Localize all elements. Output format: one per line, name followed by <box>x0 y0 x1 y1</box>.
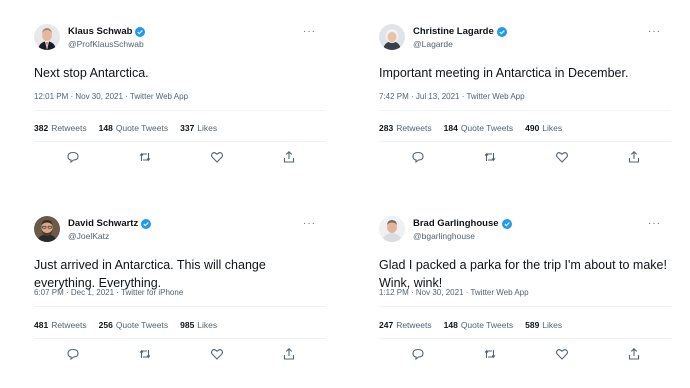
tweet-time[interactable]: 6:07 PM <box>34 288 64 297</box>
heart-icon[interactable] <box>210 347 224 361</box>
retweet-icon[interactable] <box>138 150 152 164</box>
share-icon[interactable] <box>627 347 641 361</box>
retweets-stat[interactable]: 481 Retweets <box>34 320 87 330</box>
heart-icon[interactable] <box>555 347 569 361</box>
divider <box>379 306 671 307</box>
user-handle[interactable]: @JoelKatz <box>68 231 109 241</box>
tweet-source[interactable]: Twitter Web App <box>466 92 524 101</box>
engagement-stats: 481 Retweets 256 Quote Tweets 985 Likes <box>34 320 217 330</box>
divider <box>379 110 671 111</box>
tweet-card[interactable]: Brad Garlinghouse @bgarlinghouse ··· Gla… <box>345 192 675 372</box>
user-handle[interactable]: @Lagarde <box>413 39 453 49</box>
quote-tweets-stat[interactable]: 148 Quote Tweets <box>444 320 513 330</box>
likes-stat[interactable]: 589 Likes <box>525 320 562 330</box>
retweet-icon[interactable] <box>483 150 497 164</box>
heart-icon[interactable] <box>555 150 569 164</box>
tweet-card[interactable]: Klaus Schwab @ProfKlausSchwab ··· Next s… <box>0 0 330 180</box>
user-handle[interactable]: @ProfKlausSchwab <box>68 39 144 49</box>
divider <box>379 141 671 142</box>
retweets-stat[interactable]: 382 Retweets <box>34 123 87 133</box>
display-name[interactable]: Brad Garlinghouse <box>413 218 499 229</box>
share-icon[interactable] <box>282 347 296 361</box>
quote-tweets-stat[interactable]: 184 Quote Tweets <box>444 123 513 133</box>
avatar-image <box>379 24 405 50</box>
tweet-source[interactable]: Twitter for iPhone <box>121 288 183 297</box>
quote-tweets-stat[interactable]: 148 Quote Tweets <box>99 123 168 133</box>
divider <box>34 141 326 142</box>
divider <box>34 110 326 111</box>
user-handle[interactable]: @bgarlinghouse <box>413 231 475 241</box>
avatar-image <box>34 216 60 242</box>
likes-stat[interactable]: 985 Likes <box>180 320 217 330</box>
tweet-text: Just arrived in Antarctica. This will ch… <box>34 258 266 290</box>
tweet-time[interactable]: 7:42 PM <box>379 92 409 101</box>
divider <box>34 338 326 339</box>
verified-badge-icon <box>141 218 152 229</box>
more-icon[interactable]: ··· <box>648 27 661 37</box>
action-bar <box>379 150 671 164</box>
likes-stat[interactable]: 490 Likes <box>525 123 562 133</box>
engagement-stats: 382 Retweets 148 Quote Tweets 337 Likes <box>34 123 217 133</box>
tweet-text: Glad I packed a parka for the trip I'm a… <box>379 258 667 290</box>
tweet-date[interactable]: Nov 30, 2021 <box>75 92 123 101</box>
action-bar <box>379 347 671 361</box>
retweets-stat[interactable]: 247 Retweets <box>379 320 432 330</box>
divider <box>34 306 326 307</box>
reply-icon[interactable] <box>66 150 80 164</box>
more-icon[interactable]: ··· <box>303 219 316 229</box>
action-bar <box>34 347 326 361</box>
retweets-stat[interactable]: 283 Retweets <box>379 123 432 133</box>
retweet-icon[interactable] <box>483 347 497 361</box>
retweet-icon[interactable] <box>138 347 152 361</box>
avatar[interactable] <box>379 216 405 242</box>
tweet-source[interactable]: Twitter Web App <box>130 92 188 101</box>
divider <box>379 338 671 339</box>
reply-icon[interactable] <box>411 347 425 361</box>
action-bar <box>34 150 326 164</box>
more-icon[interactable]: ··· <box>303 27 316 37</box>
tweet-date[interactable]: Dec 1, 2021 <box>71 288 114 297</box>
reply-icon[interactable] <box>66 347 80 361</box>
tweet-card[interactable]: David Schwartz @JoelKatz ··· Just arrive… <box>0 192 330 372</box>
tweet-metadata: 7:42 PM · Jul 13, 2021 · Twitter Web App <box>379 92 525 101</box>
tweet-time[interactable]: 1:12 PM <box>379 288 409 297</box>
reply-icon[interactable] <box>411 150 425 164</box>
tweet-time[interactable]: 12:01 PM <box>34 92 68 101</box>
heart-icon[interactable] <box>210 150 224 164</box>
more-icon[interactable]: ··· <box>648 219 661 229</box>
tweet-text: Next stop Antarctica. <box>34 66 149 80</box>
verified-badge-icon <box>501 218 512 229</box>
verified-badge-icon <box>496 26 507 37</box>
tweet-text: Important meeting in Antarctica in Decem… <box>379 66 629 80</box>
share-icon[interactable] <box>282 150 296 164</box>
avatar-image <box>34 24 60 50</box>
avatar-image <box>379 216 405 242</box>
tweet-metadata: 6:07 PM · Dec 1, 2021 · Twitter for iPho… <box>34 288 184 297</box>
likes-stat[interactable]: 337 Likes <box>180 123 217 133</box>
engagement-stats: 247 Retweets 148 Quote Tweets 589 Likes <box>379 320 562 330</box>
tweet-card[interactable]: Christine Lagarde @Lagarde ··· Important… <box>345 0 675 180</box>
tweet-date[interactable]: Jul 13, 2021 <box>416 92 460 101</box>
tweet-date[interactable]: Nov 30, 2021 <box>416 288 464 297</box>
quote-tweets-stat[interactable]: 256 Quote Tweets <box>99 320 168 330</box>
tweet-metadata: 1:12 PM · Nov 30, 2021 · Twitter Web App <box>379 288 529 297</box>
engagement-stats: 283 Retweets 184 Quote Tweets 490 Likes <box>379 123 562 133</box>
avatar[interactable] <box>34 24 60 50</box>
share-icon[interactable] <box>627 150 641 164</box>
display-name[interactable]: Christine Lagarde <box>413 26 494 37</box>
tweet-metadata: 12:01 PM · Nov 30, 2021 · Twitter Web Ap… <box>34 92 189 101</box>
display-name[interactable]: Klaus Schwab <box>68 26 132 37</box>
tweet-source[interactable]: Twitter Web App <box>470 288 528 297</box>
display-name[interactable]: David Schwartz <box>68 218 138 229</box>
verified-badge-icon <box>135 26 146 37</box>
avatar[interactable] <box>379 24 405 50</box>
avatar[interactable] <box>34 216 60 242</box>
